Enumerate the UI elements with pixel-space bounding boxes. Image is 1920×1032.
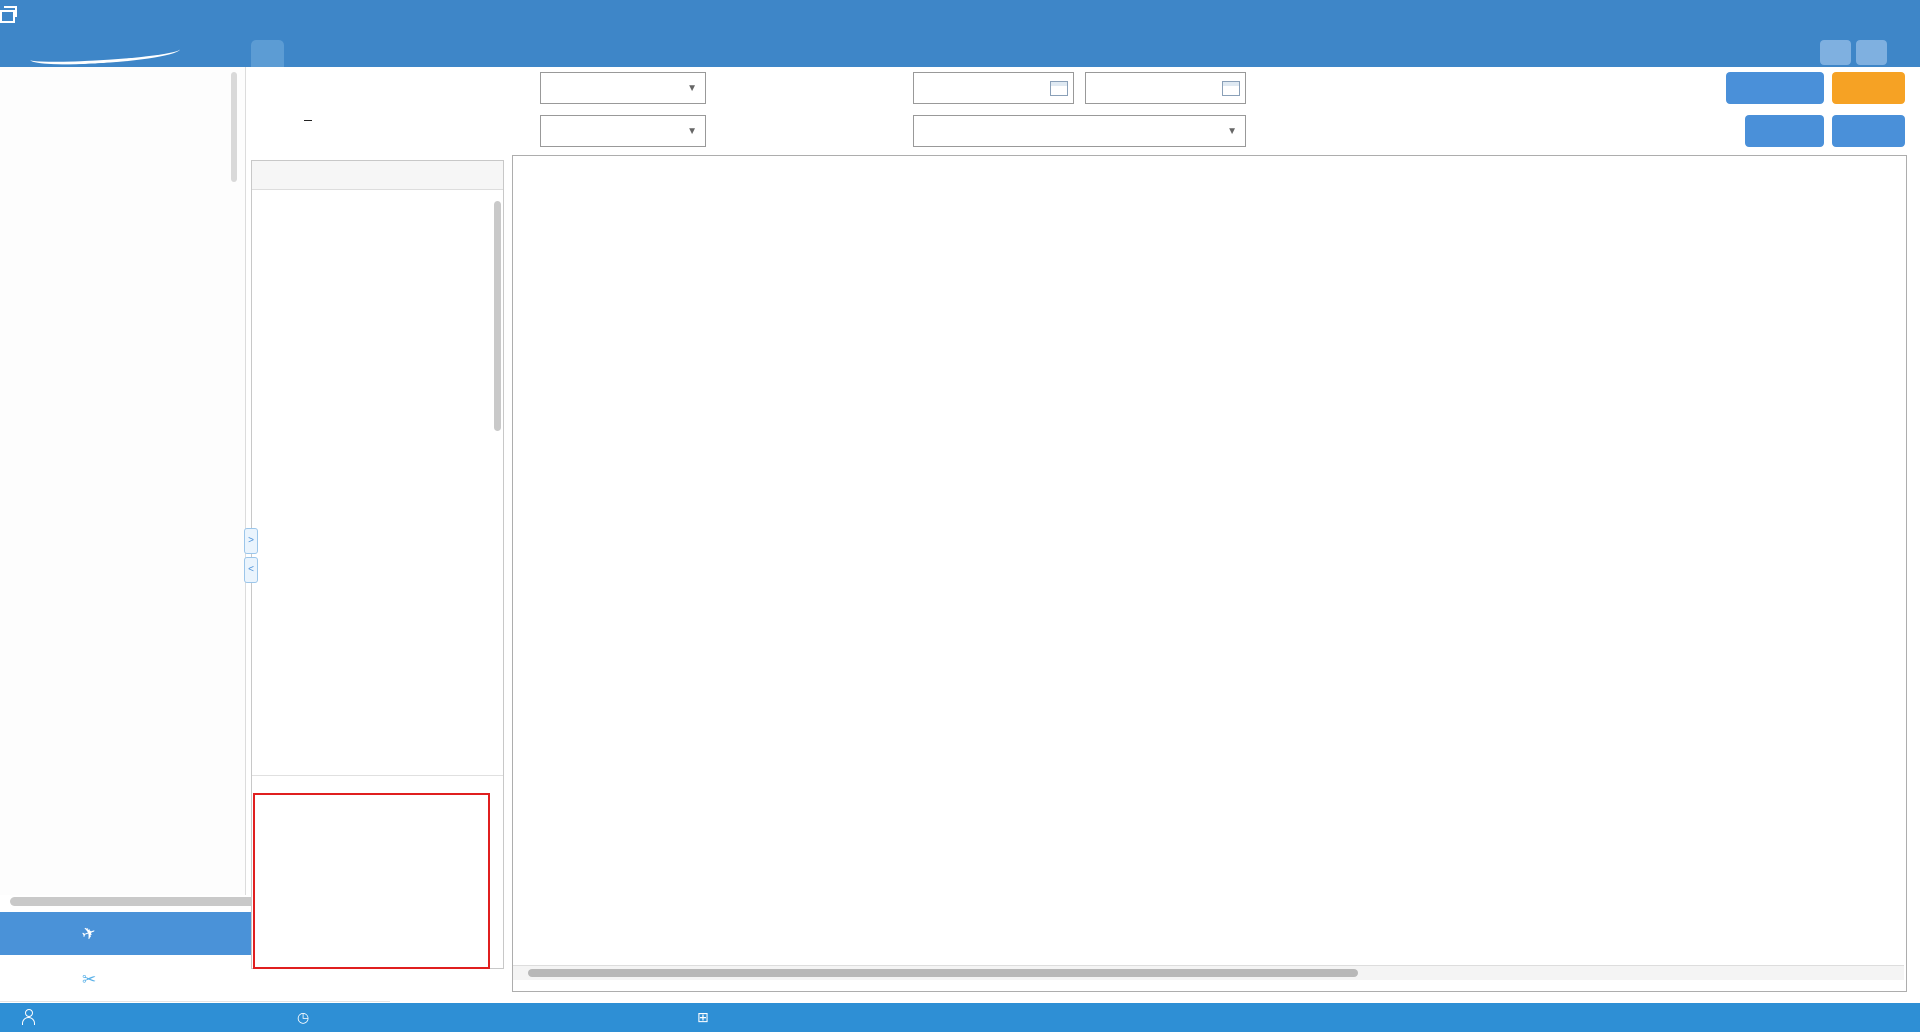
formula-n1 <box>304 100 312 121</box>
restore-button[interactable] <box>0 10 15 23</box>
status-bar: ◷ ⊞ <box>0 1003 1920 1032</box>
paper-plane-icon: ✈ <box>79 922 99 946</box>
export-button[interactable] <box>1832 115 1905 147</box>
report-panel <box>512 155 1907 992</box>
classify-options-button[interactable] <box>1726 72 1824 104</box>
network-icon: ⊞ <box>697 1009 709 1026</box>
tab-collapse-button[interactable] <box>1820 40 1851 65</box>
time-dim-select[interactable]: ▼ <box>913 115 1246 147</box>
clock-icon: ◷ <box>297 1009 309 1026</box>
tree-vertical-scrollbar[interactable] <box>494 201 501 431</box>
user-icon <box>22 1009 36 1023</box>
sidebar-menu <box>0 67 246 895</box>
n2-select[interactable]: ▼ <box>540 115 706 147</box>
formula <box>288 78 498 142</box>
chevron-down-icon: ▼ <box>687 126 697 137</box>
tab-grid-button[interactable] <box>1856 40 1887 65</box>
rate-line-chart <box>513 156 1904 434</box>
sidebar-vertical-scrollbar[interactable] <box>231 72 237 182</box>
tree-header <box>252 161 503 190</box>
n1-select[interactable]: ▼ <box>540 72 706 104</box>
status-user <box>22 1009 43 1023</box>
date-from-input[interactable] <box>913 72 1074 104</box>
calendar-icon[interactable] <box>1050 81 1068 96</box>
save-history-box <box>253 793 490 969</box>
chevron-down-icon: ▼ <box>1227 126 1237 137</box>
formula-fraction <box>304 100 312 120</box>
panel-collapse-handles: > < <box>244 528 258 580</box>
status-net-mode: ⊞ <box>697 1009 716 1026</box>
refresh-button[interactable] <box>1832 72 1905 104</box>
tab-home[interactable] <box>251 40 284 67</box>
app-window: ✈ ✂ ◷ ⊞ ▼ ▼ ▼ <box>0 0 1920 1032</box>
title-bar <box>0 0 1920 37</box>
save-button[interactable] <box>1745 115 1824 147</box>
scissors-icon: ✂ <box>82 970 96 990</box>
collapse-left-button[interactable]: < <box>244 557 258 583</box>
tab-strip <box>245 37 1920 67</box>
calendar-icon[interactable] <box>1222 81 1240 96</box>
chevron-down-icon: ▼ <box>687 83 697 94</box>
panel-horizontal-scrollbar[interactable] <box>528 969 1358 977</box>
tree-body <box>252 189 503 749</box>
panel-hscroll-track <box>513 965 1904 980</box>
status-duration: ◷ <box>297 1009 316 1026</box>
date-to-input[interactable] <box>1085 72 1246 104</box>
collapse-right-button[interactable]: > <box>244 528 258 554</box>
